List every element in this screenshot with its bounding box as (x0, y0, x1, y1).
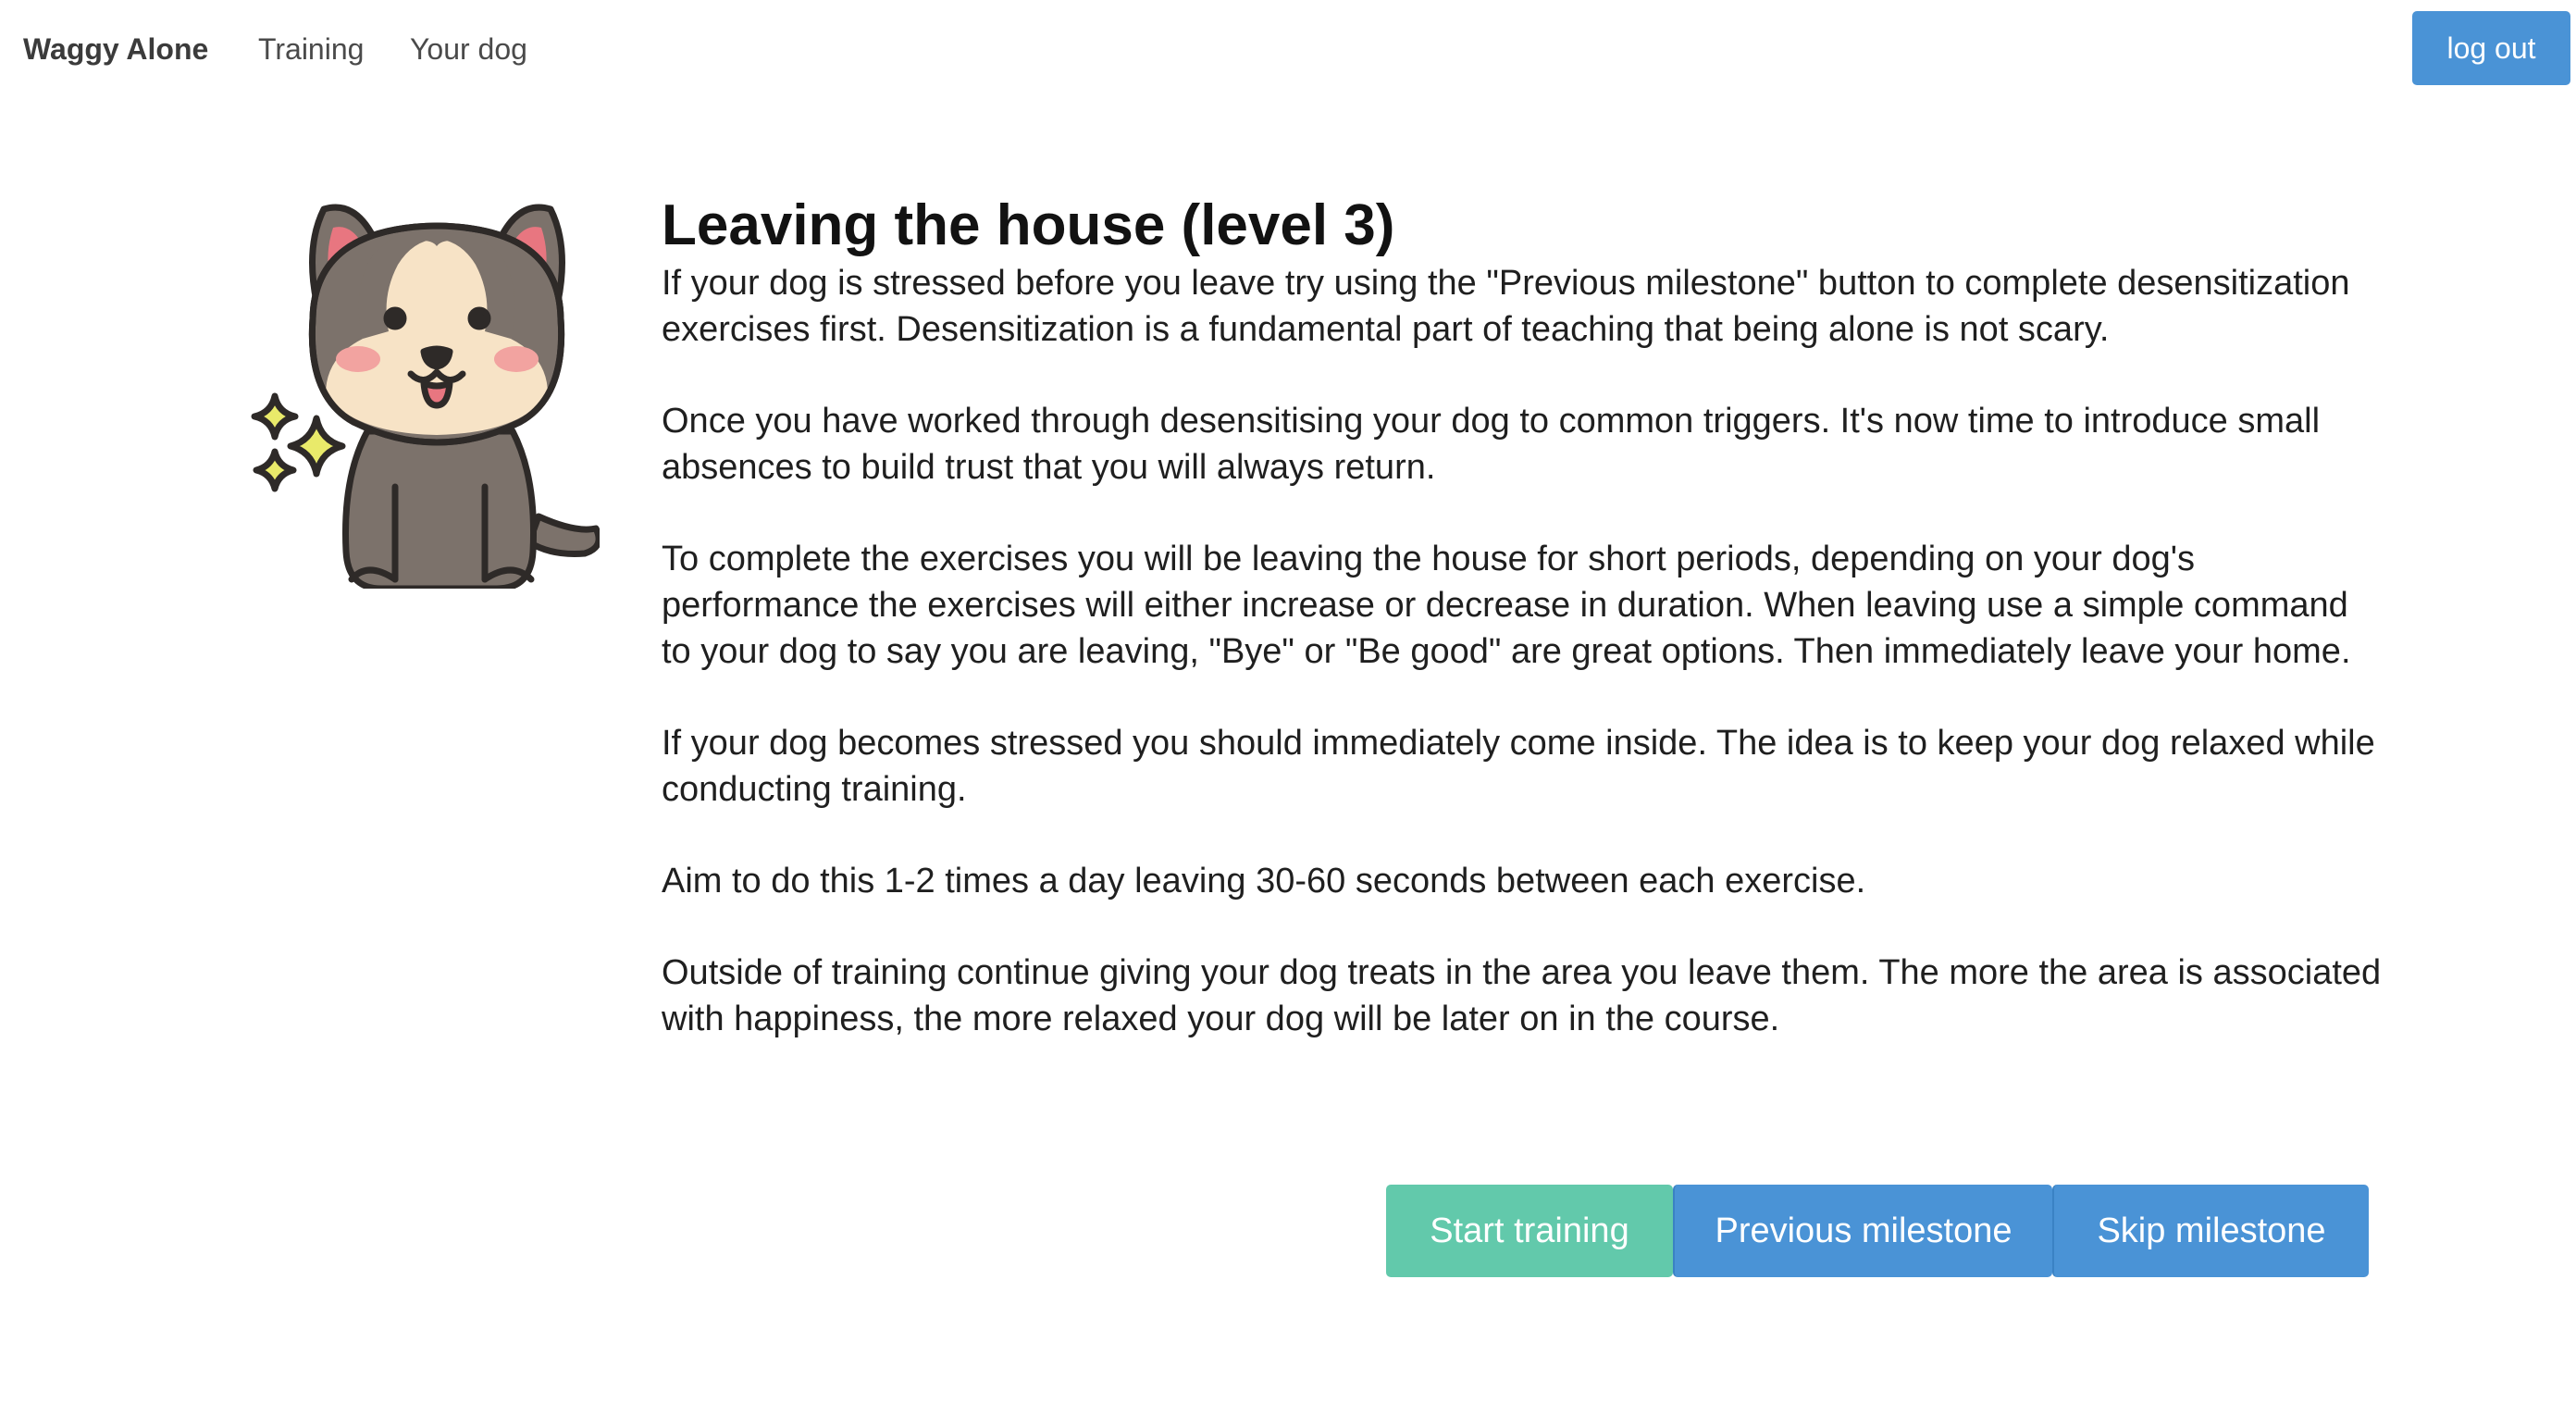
instruction-paragraph: Aim to do this 1-2 times a day leaving 3… (662, 862, 1866, 901)
milestone-content: Leaving the house (level 3) If your dog … (662, 190, 2383, 1087)
page-title: Leaving the house (level 3) (662, 193, 1395, 257)
navbar: Waggy Alone Training Your dog log out (0, 0, 2576, 98)
nav-link-your-dog[interactable]: Your dog (410, 31, 527, 67)
instruction-paragraph: If your dog becomes stressed you should … (662, 724, 2375, 809)
instruction-paragraph: Outside of training continue giving your… (662, 953, 2382, 1038)
skip-milestone-button[interactable]: Skip milestone (2052, 1185, 2369, 1277)
logout-button[interactable]: log out (2412, 11, 2570, 85)
instruction-paragraph: Once you have worked through desensitisi… (662, 402, 2321, 487)
previous-milestone-button[interactable]: Previous milestone (1673, 1185, 2052, 1277)
instruction-paragraph: To complete the exercises you will be le… (662, 540, 2351, 671)
brand-link[interactable]: Waggy Alone (23, 31, 208, 67)
instruction-paragraph: If your dog is stressed before you leave… (662, 264, 2350, 349)
milestone-button-group: Start training Previous milestone Skip m… (1386, 1185, 2369, 1277)
start-training-button[interactable]: Start training (1386, 1185, 1673, 1277)
cartoon-dog-icon (242, 181, 602, 592)
nav-link-training[interactable]: Training (258, 31, 364, 67)
